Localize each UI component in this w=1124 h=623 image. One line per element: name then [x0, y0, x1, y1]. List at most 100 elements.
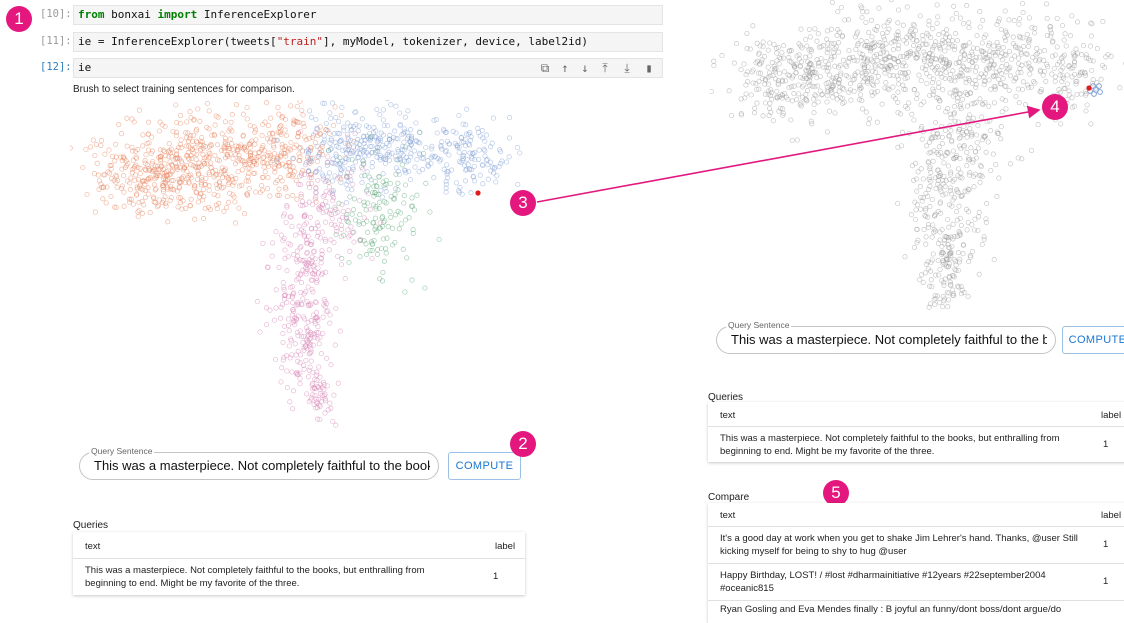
- scatter-point: [891, 85, 895, 89]
- scatter-point: [997, 176, 1001, 180]
- scatter-point: [994, 163, 998, 167]
- scatter-point: [268, 140, 272, 144]
- scatter-point: [140, 211, 144, 215]
- scatter-point: [901, 23, 905, 27]
- scatter-point: [910, 164, 914, 168]
- scatter-point: [329, 116, 333, 120]
- arrow-up-icon[interactable]: ↑: [558, 59, 572, 77]
- scatter-point: [117, 122, 121, 126]
- scatter-point: [825, 29, 829, 33]
- scatter-point: [247, 187, 251, 191]
- scatter-point: [860, 15, 864, 19]
- scatter-point: [864, 110, 868, 114]
- compute-button-right[interactable]: COMPUTE: [1062, 326, 1124, 354]
- embedding-scatter-plot[interactable]: [70, 100, 530, 430]
- scatter-point: [965, 104, 969, 108]
- scatter-point: [357, 222, 361, 226]
- scatter-point: [141, 144, 145, 148]
- scatter-point: [896, 21, 900, 25]
- scatter-point: [236, 169, 240, 173]
- scatter-point: [316, 266, 320, 270]
- scatter-point: [432, 176, 436, 180]
- scatter-point: [775, 89, 779, 93]
- scatter-point: [1017, 17, 1021, 21]
- scatter-point: [307, 200, 311, 204]
- scatter-point: [952, 47, 956, 51]
- scatter-point: [1032, 31, 1036, 35]
- scatter-point: [710, 89, 714, 93]
- scatter-point: [1090, 22, 1094, 26]
- scatter-point: [321, 315, 325, 319]
- scatter-point: [808, 54, 812, 58]
- compute-button[interactable]: COMPUTE: [448, 452, 521, 480]
- scatter-point: [1007, 88, 1011, 92]
- scatter-point: [398, 111, 402, 115]
- scatter-point: [766, 48, 770, 52]
- scatter-point: [332, 393, 336, 397]
- scatter-point: [315, 276, 319, 280]
- scatter-point: [406, 109, 410, 113]
- scatter-point: [291, 389, 295, 393]
- scatter-point: [803, 37, 807, 41]
- scatter-point: [141, 133, 145, 137]
- scatter-point: [959, 171, 963, 175]
- scatter-point: [875, 89, 879, 93]
- scatter-point: [260, 133, 264, 137]
- copy-icon[interactable]: ⧉: [538, 59, 552, 77]
- scatter-point: [321, 331, 325, 335]
- scatter-point: [277, 112, 281, 116]
- scatter-point: [789, 118, 793, 122]
- scatter-point: [915, 97, 919, 101]
- scatter-point: [290, 407, 294, 411]
- scatter-point: [348, 195, 352, 199]
- scatter-point: [155, 205, 159, 209]
- code-cell-show-explorer[interactable]: ie ⧉ ↑ ↓ ⤒ ⤓ ▮: [73, 58, 663, 78]
- scatter-point: [410, 278, 414, 282]
- arrow-down-icon[interactable]: ↓: [578, 59, 592, 77]
- query-point: [1086, 85, 1091, 90]
- scatter-point: [233, 162, 237, 166]
- embedding-scatter-plot-highlighted[interactable]: [710, 0, 1124, 310]
- scatter-point: [331, 419, 335, 423]
- scatter-point: [331, 123, 335, 127]
- scatter-point: [915, 189, 919, 193]
- scatter-point: [265, 187, 269, 191]
- scatter-point: [900, 130, 904, 134]
- scatter-point: [261, 241, 265, 245]
- scatter-point: [1003, 9, 1007, 13]
- scatter-point: [999, 137, 1003, 141]
- scatter-point: [907, 101, 911, 105]
- scatter-point: [424, 181, 428, 185]
- scatter-point: [924, 235, 928, 239]
- scatter-point: [352, 197, 356, 201]
- scatter-point: [918, 207, 922, 211]
- scatter-point: [957, 144, 961, 148]
- scatter-point: [1075, 20, 1079, 24]
- scatter-point: [285, 300, 289, 304]
- scatter-point: [913, 200, 917, 204]
- scatter-point: [290, 301, 294, 305]
- scatter-point: [476, 126, 480, 130]
- scatter-point: [940, 244, 944, 248]
- scatter-point: [394, 104, 398, 108]
- scatter-point: [911, 43, 915, 47]
- code-cell-import[interactable]: from bonxai import InferenceExplorer: [73, 5, 663, 25]
- query-sentence-field[interactable]: Query Sentence This was a masterpiece. N…: [79, 452, 439, 480]
- code-cell-create-explorer[interactable]: ie = InferenceExplorer(tweets["train"], …: [73, 32, 663, 52]
- delete-icon[interactable]: ▮: [642, 59, 656, 77]
- scatter-point: [316, 325, 320, 329]
- scatter-point: [751, 24, 755, 28]
- scatter-point: [258, 330, 262, 334]
- scatter-point: [326, 155, 330, 159]
- scatter-point: [146, 186, 150, 190]
- scatter-point: [309, 359, 313, 363]
- scatter-point: [813, 85, 817, 89]
- scatter-point: [978, 25, 982, 29]
- insert-below-icon[interactable]: ⤓: [620, 59, 634, 77]
- query-sentence-field-right[interactable]: Query Sentence This was a masterpiece. N…: [716, 326, 1056, 354]
- scatter-point: [1027, 16, 1031, 20]
- scatter-point: [946, 164, 950, 168]
- scatter-point: [943, 128, 947, 132]
- scatter-point: [918, 184, 922, 188]
- insert-above-icon[interactable]: ⤒: [598, 59, 612, 77]
